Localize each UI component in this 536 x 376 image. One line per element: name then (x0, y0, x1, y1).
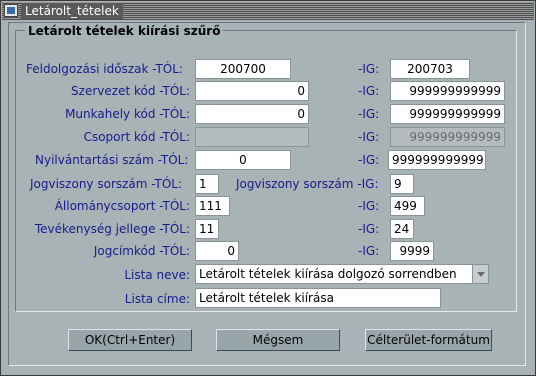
org-code-from-label: Szervezet kód -TÓL: (71, 84, 190, 98)
registry-number-to-input[interactable]: 999999999999 (388, 150, 486, 170)
ok-button[interactable]: OK(Ctrl+Enter) (68, 329, 192, 351)
window-title: Letárolt_tételek (21, 3, 123, 19)
workplace-code-from-input[interactable]: 0 (195, 104, 309, 124)
legal-code-from-input[interactable]: 0 (195, 241, 239, 261)
registry-number-from-label: Nyilvántartási szám -TÓL: (35, 153, 189, 167)
period-to-input[interactable]: 200703 (390, 59, 470, 79)
period-to-label: -IG: (358, 62, 380, 76)
title-bar[interactable]: Letárolt_tételek (2, 2, 534, 20)
employment-seq-from-input[interactable]: 1 (195, 174, 219, 194)
workplace-code-to-input[interactable]: 999999999999 (390, 104, 505, 124)
format-button[interactable]: Célterület-formátum (365, 329, 492, 351)
activity-type-from-input[interactable]: 11 (195, 219, 219, 239)
group-code-from-input (195, 127, 309, 147)
list-name-select[interactable]: Letárolt tételek kiírása dolgozó sorrend… (195, 264, 489, 284)
org-code-from-input[interactable]: 0 (195, 81, 309, 101)
employment-seq-to-input[interactable]: 9 (390, 174, 414, 194)
window-icon (4, 4, 18, 17)
staff-group-to-input[interactable]: 499 (390, 196, 425, 216)
group-code-to-input: 999999999999 (390, 127, 505, 147)
registry-number-from-input[interactable]: 0 (195, 150, 291, 170)
workplace-code-from-label: Munkahely kód -TÓL: (65, 107, 190, 121)
period-from-input[interactable]: 200700 (195, 59, 291, 79)
activity-type-to-label: -IG: (358, 222, 380, 236)
legal-code-to-label: -IG: (358, 244, 380, 258)
workplace-code-to-label: -IG: (358, 107, 380, 121)
group-title: Letárolt tételek kiírási szűrő (25, 23, 224, 39)
activity-type-to-input[interactable]: 24 (390, 219, 414, 239)
period-from-label: Feldolgozási időszak -TÓL: (26, 62, 183, 76)
staff-group-to-label: -IG: (358, 199, 380, 213)
org-code-to-label: -IG: (358, 84, 380, 98)
activity-type-from-label: Tevékenység jellege -TÓL: (34, 222, 190, 236)
employment-seq-from-label: Jogviszony sorszám -TÓL: (30, 177, 183, 191)
org-code-to-input[interactable]: 999999999999 (390, 81, 505, 101)
chevron-down-icon[interactable] (472, 265, 488, 283)
employment-seq-to-label: Jogviszony sorszám -IG: (236, 177, 379, 191)
list-name-label: Lista neve: (124, 268, 190, 282)
legal-code-to-input[interactable]: 9999 (390, 241, 434, 261)
staff-group-from-input[interactable]: 111 (195, 196, 230, 216)
list-title-label: Lista címe: (124, 292, 190, 306)
staff-group-from-label: Állománycsoport -TÓL: (54, 199, 190, 213)
group-code-to-label: -IG: (358, 130, 380, 144)
legal-code-from-label: Jogcímkód -TÓL: (93, 244, 190, 258)
registry-number-to-label: -IG: (358, 153, 380, 167)
group-code-from-label: Csoport kód -TÓL: (83, 130, 190, 144)
list-title-input[interactable]: Letárolt tételek kiírása (195, 288, 441, 308)
cancel-button[interactable]: Mégsem (216, 329, 340, 351)
list-name-value: Letárolt tételek kiírása dolgozó sorrend… (199, 267, 457, 281)
